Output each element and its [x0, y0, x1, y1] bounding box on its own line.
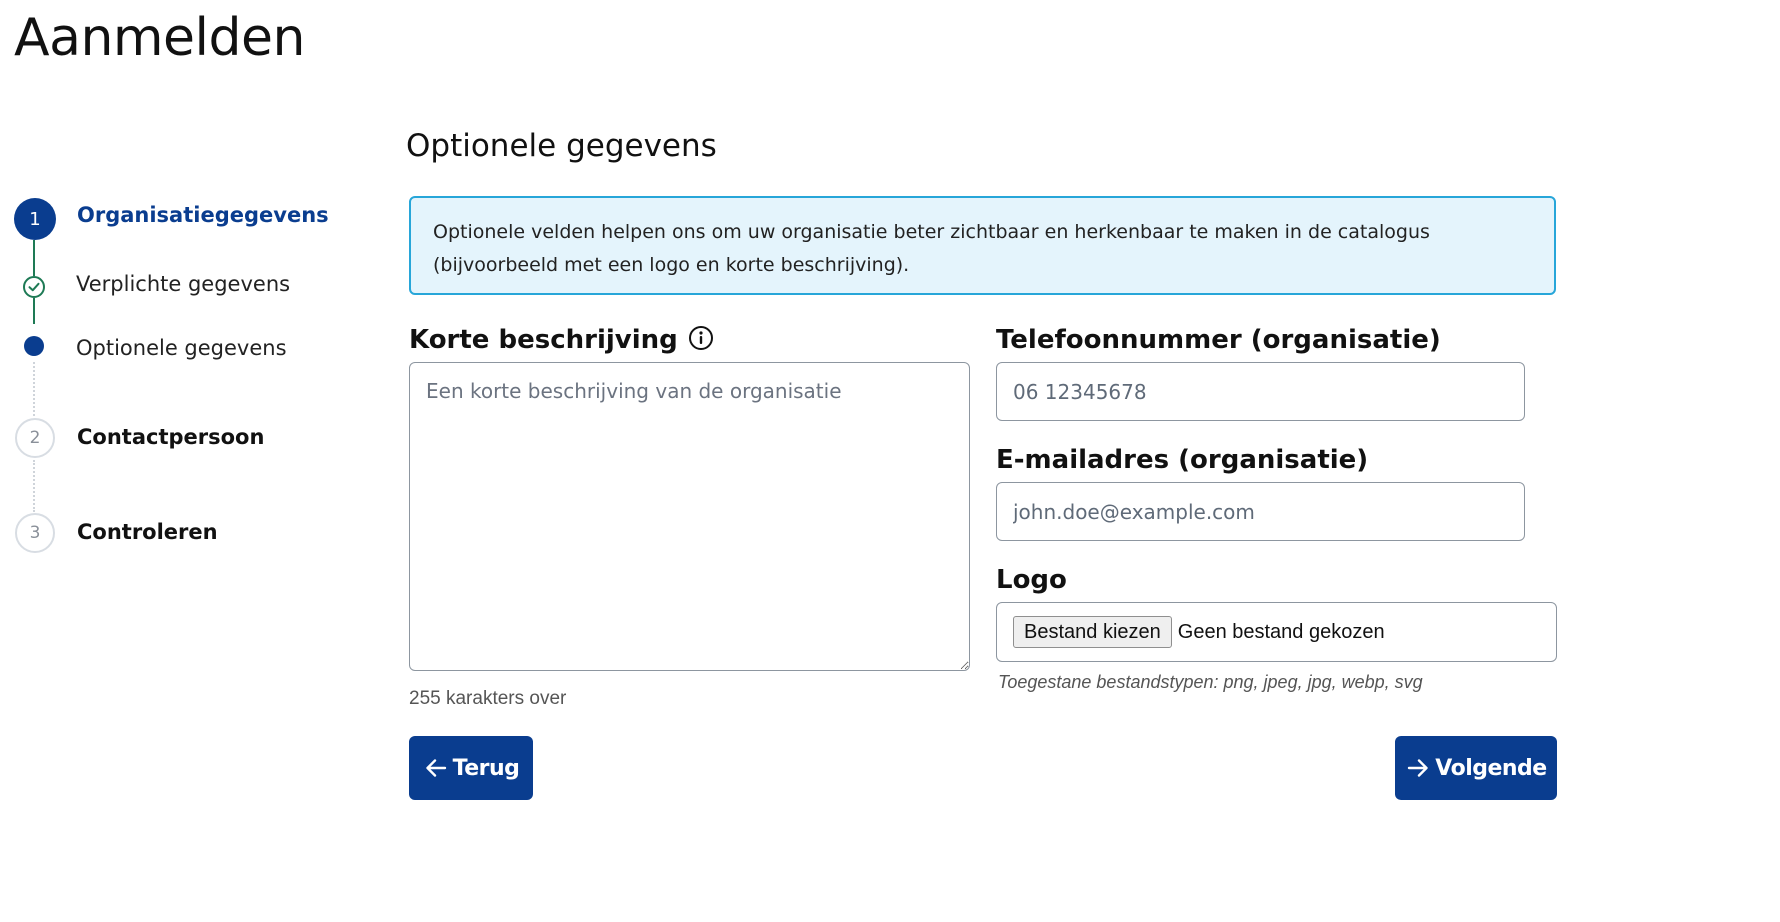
phone-label: Telefoonnummer (organisatie): [996, 325, 1441, 355]
email-label: E-mailadres (organisatie): [996, 445, 1369, 475]
logo-label: Logo: [996, 565, 1067, 595]
file-status-text: Geen bestand gekozen: [1177, 620, 1385, 643]
stepper-connector: [33, 298, 35, 324]
next-button[interactable]: Volgende: [1395, 736, 1557, 800]
email-input[interactable]: [996, 482, 1525, 541]
next-button-label: Volgende: [1435, 755, 1547, 781]
substep-optionele-gegevens-label: Optionele gegevens: [76, 336, 287, 360]
back-button[interactable]: Terug: [409, 736, 533, 800]
step-2-label: Contactpersoon: [77, 425, 265, 449]
stepper-connector-dotted: [33, 362, 35, 416]
progress-stepper: 1 Organisatiegegevens Verplichte gegeven…: [0, 0, 380, 922]
substep-completed-indicator: [23, 276, 45, 298]
stepper-connector-dotted: [33, 460, 35, 512]
description-label: Korte beschrijving: [409, 325, 678, 355]
substep-current-indicator: [24, 336, 44, 356]
back-button-label: Terug: [452, 755, 520, 781]
arrow-left-icon: [425, 759, 446, 777]
info-alert: Optionele velden helpen ons om uw organi…: [409, 196, 1556, 295]
step-3-label: Controleren: [77, 520, 218, 544]
description-textarea[interactable]: [409, 362, 970, 671]
phone-input[interactable]: [996, 362, 1525, 421]
check-icon: [28, 282, 40, 292]
info-alert-text: Optionele velden helpen ons om uw organi…: [433, 221, 1430, 276]
choose-file-button[interactable]: Bestand kiezen: [1013, 616, 1172, 648]
character-counter: 255 karakters over: [409, 688, 567, 709]
substep-verplichte-gegevens-label[interactable]: Verplichte gegevens: [76, 272, 290, 296]
section-title: Optionele gegevens: [406, 128, 717, 164]
step-3-number: 3: [29, 523, 41, 543]
arrow-right-icon: [1408, 759, 1428, 777]
description-label-row: Korte beschrijving: [409, 325, 714, 355]
stepper-connector: [33, 240, 35, 276]
step-2-number-badge: 2: [15, 418, 55, 458]
step-3-number-badge: 3: [15, 513, 55, 553]
step-1-label[interactable]: Organisatiegegevens: [77, 203, 329, 227]
step-1-number-badge: 1: [14, 198, 56, 240]
logo-file-input[interactable]: Bestand kiezen Geen bestand gekozen: [996, 602, 1557, 662]
step-1-number: 1: [29, 208, 41, 230]
step-2-number: 2: [29, 428, 41, 448]
info-icon[interactable]: [688, 325, 714, 351]
allowed-file-types-hint: Toegestane bestandstypen: png, jpeg, jpg…: [998, 672, 1423, 692]
